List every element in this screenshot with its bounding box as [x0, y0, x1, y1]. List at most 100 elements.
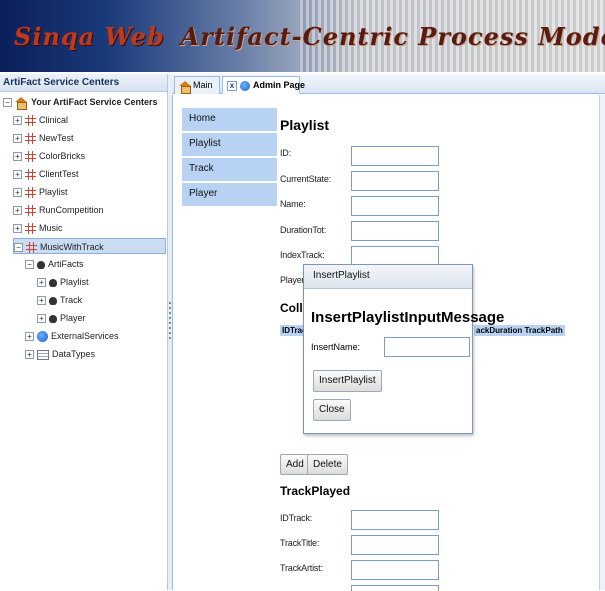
id-input[interactable]: [351, 146, 439, 166]
durationtot-input[interactable]: [351, 221, 439, 241]
tree-item-artifact-player[interactable]: + Player: [37, 310, 86, 326]
field-label-indextrack: IndexTrack:: [280, 250, 325, 260]
expand-icon[interactable]: +: [13, 188, 22, 198]
expand-icon[interactable]: +: [25, 350, 34, 360]
close-tab-icon[interactable]: x: [227, 80, 237, 91]
delete-button[interactable]: Delete: [307, 454, 348, 475]
tab-admin-label: Admin Page: [253, 80, 306, 90]
tree-item-label: Player: [60, 313, 86, 323]
tree-item-label: ColorBricks: [39, 151, 86, 161]
datatype-icon: [37, 349, 49, 360]
collapse-icon[interactable]: −: [3, 98, 12, 108]
logo-text-left: Sinqa Web: [14, 22, 165, 51]
expand-icon[interactable]: +: [13, 206, 22, 216]
close-button[interactable]: Close: [313, 399, 351, 421]
expand-icon[interactable]: +: [13, 116, 22, 126]
tree-root[interactable]: − Your ArtiFact Service Centers: [3, 94, 158, 111]
service-grid-icon: [25, 169, 36, 181]
tree-item-playlist[interactable]: + Playlist: [13, 184, 68, 200]
service-grid-icon: [25, 187, 36, 199]
panel-header: ArtiFact Service Centers: [0, 74, 167, 92]
expand-icon[interactable]: +: [13, 152, 22, 162]
tree-item-artifact-playlist[interactable]: + Playlist: [37, 274, 89, 290]
tab-main[interactable]: Main: [174, 76, 220, 94]
tree-item-label: Clinical: [39, 115, 69, 125]
field-label-id: ID:: [280, 148, 291, 158]
insert-playlist-button[interactable]: InsertPlaylist: [313, 370, 382, 392]
currentstate-input[interactable]: [351, 171, 439, 191]
artifact-icon: [49, 296, 57, 305]
service-grid-icon: [25, 223, 36, 235]
field-label-idtrack: IDTrack:: [280, 513, 313, 523]
expand-icon[interactable]: +: [37, 296, 46, 306]
tree-item-label: Playlist: [39, 187, 68, 197]
tab-main-label: Main: [193, 80, 213, 90]
home-icon: [179, 80, 191, 94]
expand-icon[interactable]: +: [13, 170, 22, 180]
menu-item-player[interactable]: Player: [182, 183, 277, 208]
tracktitle-input[interactable]: [351, 535, 439, 555]
app-logo: Sinqa Web Artifact-Centric Process Modeli…: [14, 22, 605, 51]
tree-item-clinical[interactable]: + Clinical: [13, 112, 68, 128]
expand-icon[interactable]: +: [13, 224, 22, 234]
logo-text-right: Artifact-Centric Process Modeling: [180, 22, 605, 51]
service-grid-icon: [26, 242, 37, 254]
tree-item-artifact-track[interactable]: + Track: [37, 292, 82, 308]
field-label-tracktitle: TrackTitle:: [280, 538, 320, 548]
collapse-icon[interactable]: −: [14, 243, 23, 253]
service-grid-icon: [25, 133, 36, 145]
tree-item-music[interactable]: + Music: [13, 220, 63, 236]
tree-item-colorbricks[interactable]: + ColorBricks: [13, 148, 85, 164]
expand-icon[interactable]: +: [25, 332, 34, 342]
collection-header-right: ackDuration TrackPath: [474, 325, 565, 336]
idtrack-input[interactable]: [351, 510, 439, 530]
trackartist-input[interactable]: [351, 560, 439, 580]
dialog-header[interactable]: InsertPlaylist: [304, 265, 472, 289]
expand-icon[interactable]: +: [13, 134, 22, 144]
admin-menu: Home Playlist Track Player: [182, 108, 277, 208]
field-label-trackartist: TrackArtist:: [280, 563, 323, 573]
indextrack-input[interactable]: [351, 246, 439, 266]
next-field-input[interactable]: [351, 585, 439, 591]
tree-item-label: RunCompetition: [39, 205, 104, 215]
dialog-title: InsertPlaylistInputMessage: [311, 309, 505, 326]
app-banner: Sinqa Web Artifact-Centric Process Modeli…: [0, 0, 605, 72]
field-label-currentstate: CurrentState:: [280, 174, 331, 184]
name-input[interactable]: [351, 196, 439, 216]
expand-icon[interactable]: +: [37, 314, 46, 324]
tree-root-label: Your ArtiFact Service Centers: [31, 97, 158, 107]
admin-icon: [240, 80, 250, 91]
collapse-icon[interactable]: −: [25, 260, 34, 270]
insertname-input[interactable]: [384, 337, 470, 357]
artifact-icon: [49, 278, 57, 287]
tree-item-label: Music: [39, 223, 63, 233]
tree-item-label: ClientTest: [39, 169, 79, 179]
tree-item-label: ArtiFacts: [48, 259, 84, 269]
tree-item-label: Track: [60, 295, 83, 305]
splitter-grip[interactable]: [169, 302, 171, 342]
content-scrollbar[interactable]: [599, 95, 605, 590]
home-icon: [15, 97, 28, 111]
tab-admin-page[interactable]: x Admin Page: [222, 76, 305, 94]
expand-icon[interactable]: +: [37, 278, 46, 288]
menu-item-home[interactable]: Home: [182, 108, 277, 133]
field-label-durationtot: DurationTot:: [280, 225, 327, 235]
tree-item-datatypes[interactable]: + DataTypes: [25, 346, 95, 362]
tree-item-runcompetition[interactable]: + RunCompetition: [13, 202, 104, 218]
tree-item-clienttest[interactable]: + ClientTest: [13, 166, 79, 182]
tree-item-label: MusicWithTrack: [40, 242, 104, 252]
add-button[interactable]: Add: [280, 454, 310, 475]
menu-item-playlist[interactable]: Playlist: [182, 133, 277, 158]
menu-item-track[interactable]: Track: [182, 158, 277, 183]
insert-playlist-dialog: InsertPlaylist InsertPlaylistInputMessag…: [303, 264, 504, 434]
service-centers-panel: ArtiFact Service Centers − Your ArtiFact …: [0, 74, 168, 590]
tree-item-newtest[interactable]: + NewTest: [13, 130, 74, 146]
tree-item-musicwithtrack[interactable]: − MusicWithTrack: [13, 238, 166, 254]
tree-item-label: NewTest: [39, 133, 74, 143]
tree-item-externalservices[interactable]: + ExternalServices: [25, 328, 119, 344]
external-service-icon: [37, 331, 48, 343]
artifact-icon: [49, 314, 57, 323]
tree-item-artifacts[interactable]: − ArtiFacts: [25, 256, 84, 272]
tab-bar: Main x Admin Page: [172, 74, 605, 94]
service-grid-icon: [25, 115, 36, 127]
